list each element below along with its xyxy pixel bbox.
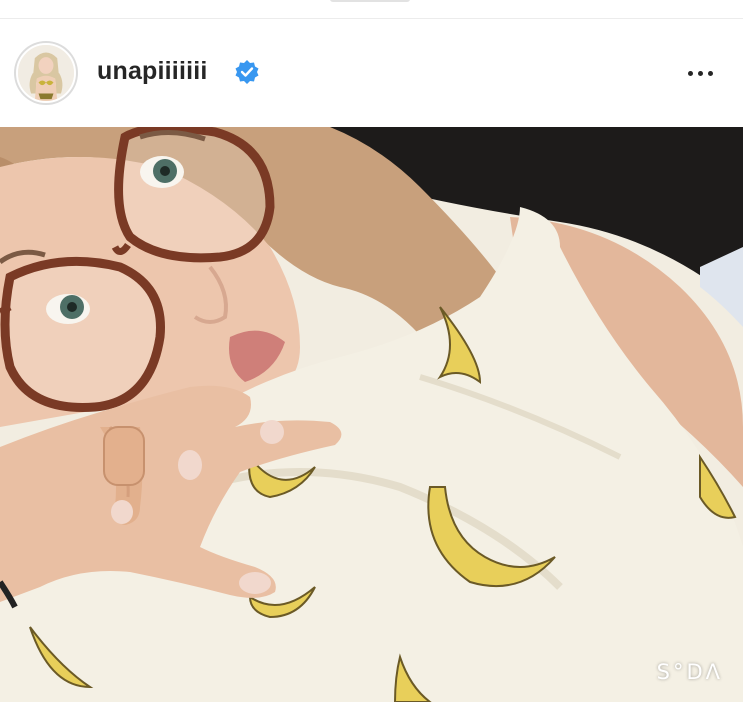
- selfie-photo: [0, 127, 743, 702]
- more-options-icon: [697, 70, 703, 76]
- avatar-image: [16, 43, 76, 103]
- more-options-icon: [687, 70, 693, 76]
- camera-app-watermark: S°DΛ: [656, 660, 723, 684]
- verified-badge-icon: [235, 60, 259, 84]
- post-header: unapiiiiiii: [0, 19, 743, 127]
- avatar-picture-icon: [18, 45, 74, 101]
- profile-avatar[interactable]: [14, 41, 78, 105]
- post-photo[interactable]: S°DΛ: [0, 127, 743, 702]
- more-options-icon: [707, 70, 713, 76]
- top-bar: [0, 0, 743, 19]
- top-bar-handle: [330, 0, 410, 2]
- more-options-button[interactable]: [676, 55, 724, 91]
- username[interactable]: unapiiiiiii: [97, 57, 208, 86]
